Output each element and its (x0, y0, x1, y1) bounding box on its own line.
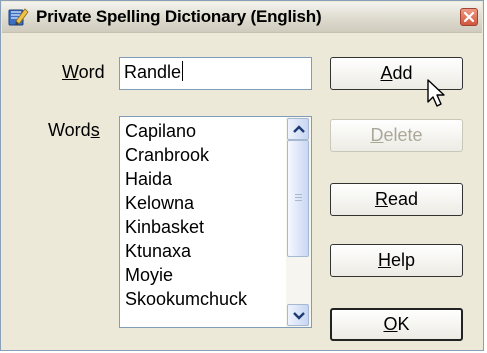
ok-button[interactable]: OK (330, 308, 463, 341)
dialog-window: Private Spelling Dictionary (English) Wo… (0, 0, 484, 351)
list-item[interactable]: Ktunaxa (125, 239, 285, 263)
title-bar[interactable]: Private Spelling Dictionary (English) (2, 2, 482, 33)
list-item[interactable]: Skookumchuck (125, 287, 285, 311)
thumb-grip (295, 197, 302, 198)
close-button[interactable] (460, 8, 478, 26)
chevron-up-icon (293, 125, 305, 133)
word-input[interactable]: Randle (119, 57, 312, 90)
words-listbox[interactable]: Capilano Cranbrook Haida Kelowna Kinbask… (119, 116, 312, 328)
delete-button[interactable]: Delete (330, 119, 463, 152)
thumb-grip (295, 194, 302, 195)
help-button[interactable]: Help (330, 244, 463, 277)
vertical-scrollbar[interactable] (286, 117, 311, 327)
mouse-pointer-icon (427, 79, 445, 107)
close-icon (464, 12, 474, 22)
list-item[interactable]: Haida (125, 167, 285, 191)
word-label: Word (62, 62, 105, 82)
list-item[interactable]: Cranbrook (125, 143, 285, 167)
words-label: Words (48, 120, 100, 140)
scroll-up-button[interactable] (287, 118, 309, 140)
list-item[interactable]: Kinbasket (125, 215, 285, 239)
dictionary-icon (8, 7, 29, 27)
list-item[interactable]: Capilano (125, 119, 285, 143)
list-item[interactable]: Moyie (125, 263, 285, 287)
read-button[interactable]: Read (330, 183, 463, 216)
text-caret (182, 61, 184, 81)
list-item[interactable]: Kelowna (125, 191, 285, 215)
thumb-grip (295, 200, 302, 201)
window-title: Private Spelling Dictionary (English) (36, 7, 322, 26)
word-input-value: Randle (124, 62, 182, 82)
scrollbar-thumb[interactable] (287, 140, 309, 257)
scroll-down-button[interactable] (287, 304, 309, 326)
chevron-down-icon (293, 312, 305, 320)
